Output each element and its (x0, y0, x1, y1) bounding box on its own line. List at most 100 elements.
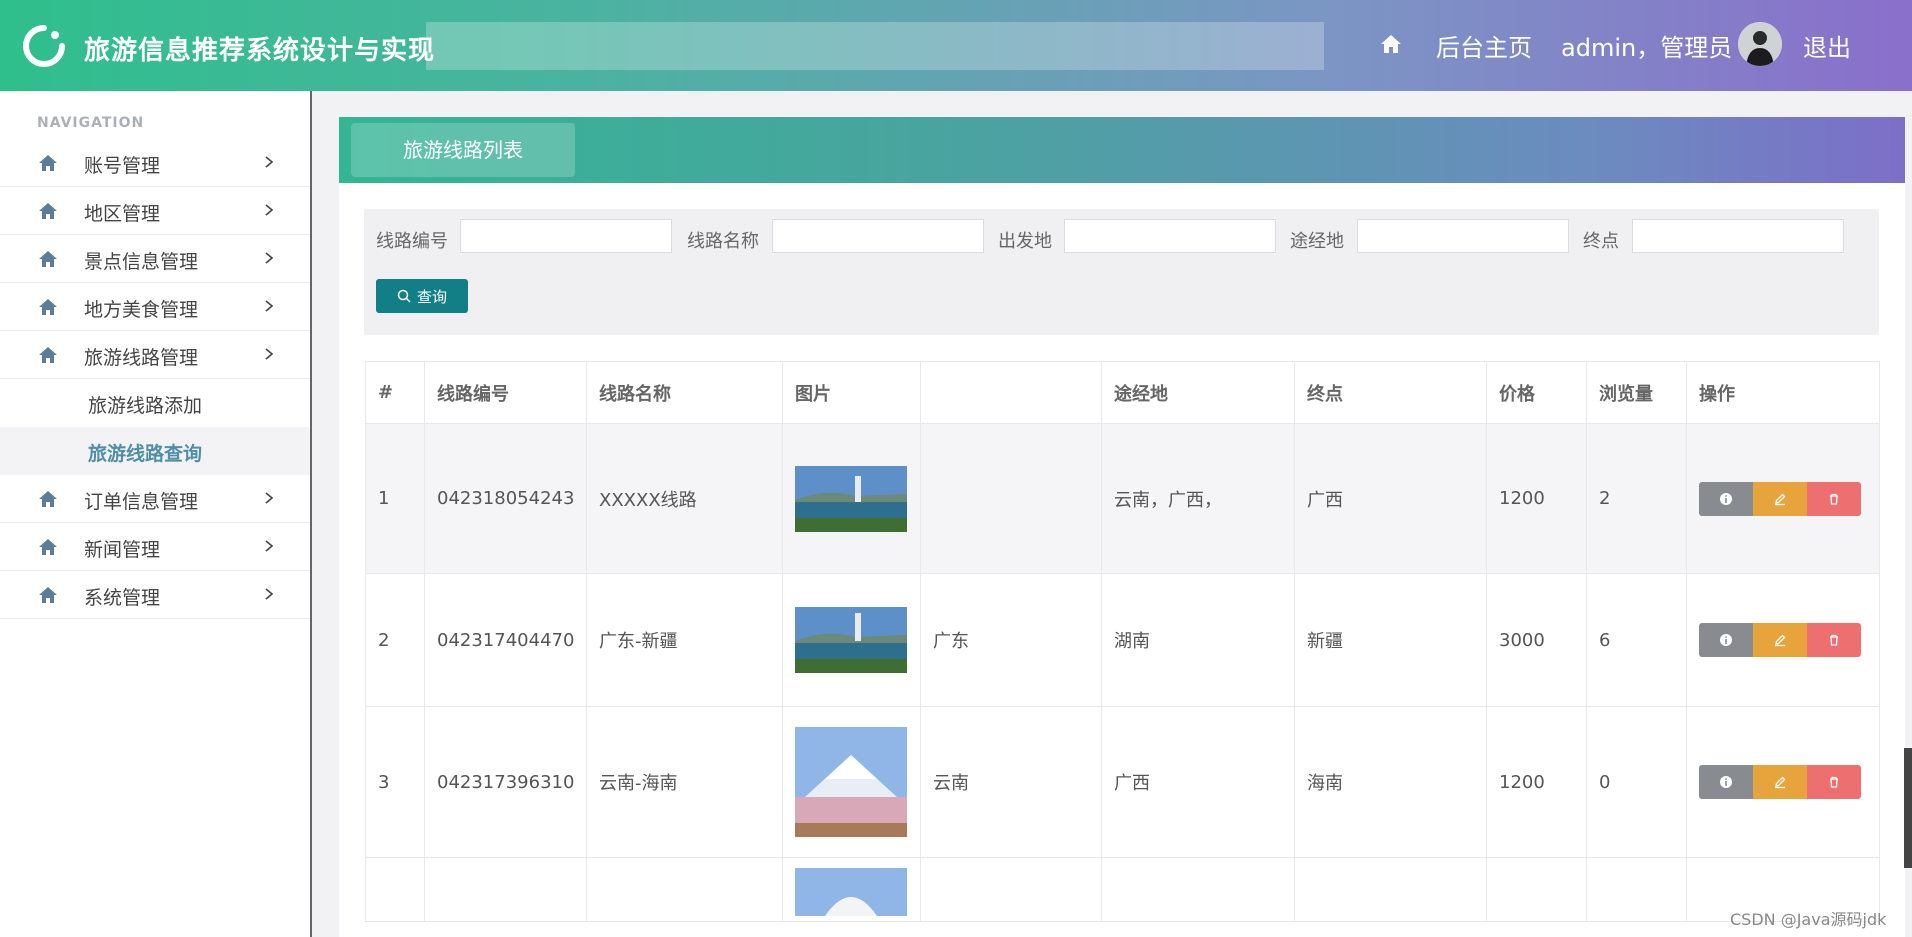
cell-departure (920, 423, 1102, 574)
delete-button[interactable] (1807, 765, 1861, 799)
sidebar-item-label: 景点信息管理 (84, 251, 199, 273)
cell-index (365, 857, 425, 922)
sidebar-item-news[interactable]: 新闻管理 (0, 523, 310, 571)
header-search-bar[interactable] (426, 22, 1324, 70)
cell-end: 新疆 (1294, 573, 1487, 707)
cell-index: 1 (365, 423, 425, 574)
home-icon (39, 251, 57, 267)
trash-icon (1830, 493, 1838, 505)
trash-icon (1830, 634, 1838, 646)
table-row[interactable]: 3 042317396310 云南-海南 云南 广西 海南 1200 0 (365, 706, 1880, 858)
col-header: 图片 (782, 361, 921, 424)
sidebar-item-account[interactable]: 账号管理 (0, 139, 310, 187)
cell-actions (1686, 573, 1880, 707)
departure-input[interactable] (1064, 219, 1276, 253)
cell-departure (920, 857, 1102, 922)
cell-name (586, 857, 783, 922)
edit-icon (1775, 634, 1786, 647)
end-label: 终点 (1583, 231, 1619, 252)
sidebar-subitem-label: 旅游线路添加 (88, 395, 203, 417)
route-no-input[interactable] (460, 219, 672, 253)
sidebar-item-label: 地区管理 (84, 203, 161, 225)
home-link[interactable]: 后台主页 (1436, 28, 1532, 63)
route-thumbnail[interactable] (795, 727, 907, 837)
via-input[interactable] (1357, 219, 1569, 253)
chevron-right-icon (265, 492, 274, 504)
cell-via: 湖南 (1101, 573, 1295, 707)
sidebar-item-system[interactable]: 系统管理 (0, 571, 310, 619)
sidebar-item-label: 订单信息管理 (84, 491, 199, 513)
search-button[interactable]: 查询 (376, 279, 468, 313)
view-button[interactable] (1699, 481, 1753, 516)
sidebar-item-label: 新闻管理 (84, 539, 161, 561)
route-thumbnail[interactable] (795, 607, 907, 673)
sidebar-item-attractions[interactable]: 景点信息管理 (0, 235, 310, 283)
view-button[interactable] (1699, 765, 1753, 799)
table-header-row: # 线路编号 线路名称 图片 途经地 终点 价格 浏览量 操作 (365, 361, 1880, 424)
panel-header: 旅游线路列表 (339, 117, 1905, 183)
top-header: 旅游信息推荐系统设计与实现 后台主页 admin，管理员 退出 (0, 0, 1912, 91)
delete-button[interactable] (1807, 481, 1861, 516)
delete-button[interactable] (1807, 623, 1861, 657)
table-row[interactable]: 2 042317404470 广东-新疆 广东 湖南 新疆 3000 6 (365, 573, 1880, 707)
cell-departure: 广东 (920, 573, 1102, 707)
chevron-right-icon (265, 204, 274, 216)
cell-via: 云南，广西， (1101, 423, 1295, 574)
col-header: 操作 (1686, 361, 1880, 424)
cell-actions (1686, 423, 1880, 574)
table-row[interactable] (365, 857, 1880, 922)
page-scrollbar[interactable] (1904, 748, 1912, 868)
edit-button[interactable] (1753, 623, 1807, 657)
chevron-right-icon (265, 588, 274, 600)
info-icon (1720, 776, 1732, 788)
sidebar-item-label: 旅游线路管理 (84, 347, 199, 369)
search-icon (397, 289, 411, 303)
avatar[interactable] (1738, 22, 1782, 66)
tab-route-list[interactable]: 旅游线路列表 (351, 123, 575, 177)
cell-end (1294, 857, 1487, 922)
sidebar: NAVIGATION 账号管理 地区管理 景点信息管理 地方美食管理 旅游线路管… (0, 91, 312, 937)
chevron-right-icon (265, 300, 274, 312)
edit-button[interactable] (1753, 481, 1807, 516)
departure-label: 出发地 (998, 231, 1052, 252)
cell-views: 6 (1586, 573, 1687, 707)
nav-list: 账号管理 地区管理 景点信息管理 地方美食管理 旅游线路管理 旅游线路添加 旅游… (0, 139, 310, 619)
route-name-label: 线路名称 (687, 231, 759, 252)
sidebar-subitem-label: 旅游线路查询 (88, 443, 203, 465)
col-header: 线路编号 (424, 361, 587, 424)
chevron-right-icon (265, 540, 274, 552)
route-table: # 线路编号 线路名称 图片 途经地 终点 价格 浏览量 操作 1 042318… (365, 361, 1880, 922)
logo-icon (23, 25, 65, 67)
cell-via: 广西 (1101, 706, 1295, 858)
col-header: 价格 (1486, 361, 1587, 424)
sidebar-item-label: 账号管理 (84, 155, 161, 177)
edit-button[interactable] (1753, 765, 1807, 799)
route-thumbnail[interactable] (795, 868, 907, 916)
view-button[interactable] (1699, 623, 1753, 657)
cell-price: 1200 (1486, 706, 1587, 858)
home-icon (39, 299, 57, 315)
filter-bar: 线路编号 线路名称 出发地 途经地 终点 查询 (364, 209, 1879, 335)
cell-end: 海南 (1294, 706, 1487, 858)
route-thumbnail[interactable] (795, 465, 907, 532)
cell-end: 广西 (1294, 423, 1487, 574)
sidebar-item-routes[interactable]: 旅游线路管理 (0, 331, 310, 379)
col-header: 浏览量 (1586, 361, 1687, 424)
search-button-label: 查询 (416, 287, 447, 306)
sidebar-item-label: 系统管理 (84, 587, 161, 609)
sidebar-subitem-route-add[interactable]: 旅游线路添加 (0, 379, 310, 427)
cell-index: 3 (365, 706, 425, 858)
via-label: 途经地 (1290, 231, 1344, 252)
home-icon[interactable] (1380, 33, 1402, 55)
end-input[interactable] (1632, 219, 1844, 253)
route-name-input[interactable] (772, 219, 984, 253)
sidebar-item-region[interactable]: 地区管理 (0, 187, 310, 235)
sidebar-item-food[interactable]: 地方美食管理 (0, 283, 310, 331)
logout-link[interactable]: 退出 (1803, 28, 1851, 63)
home-icon (39, 203, 57, 219)
sidebar-item-orders[interactable]: 订单信息管理 (0, 475, 310, 523)
table-row[interactable]: 1 042318054243 XXXXX线路 云南，广西， 广西 1200 2 (365, 423, 1880, 574)
col-header: 线路名称 (586, 361, 783, 424)
cell-image (782, 857, 921, 922)
sidebar-subitem-route-query[interactable]: 旅游线路查询 (0, 427, 310, 475)
